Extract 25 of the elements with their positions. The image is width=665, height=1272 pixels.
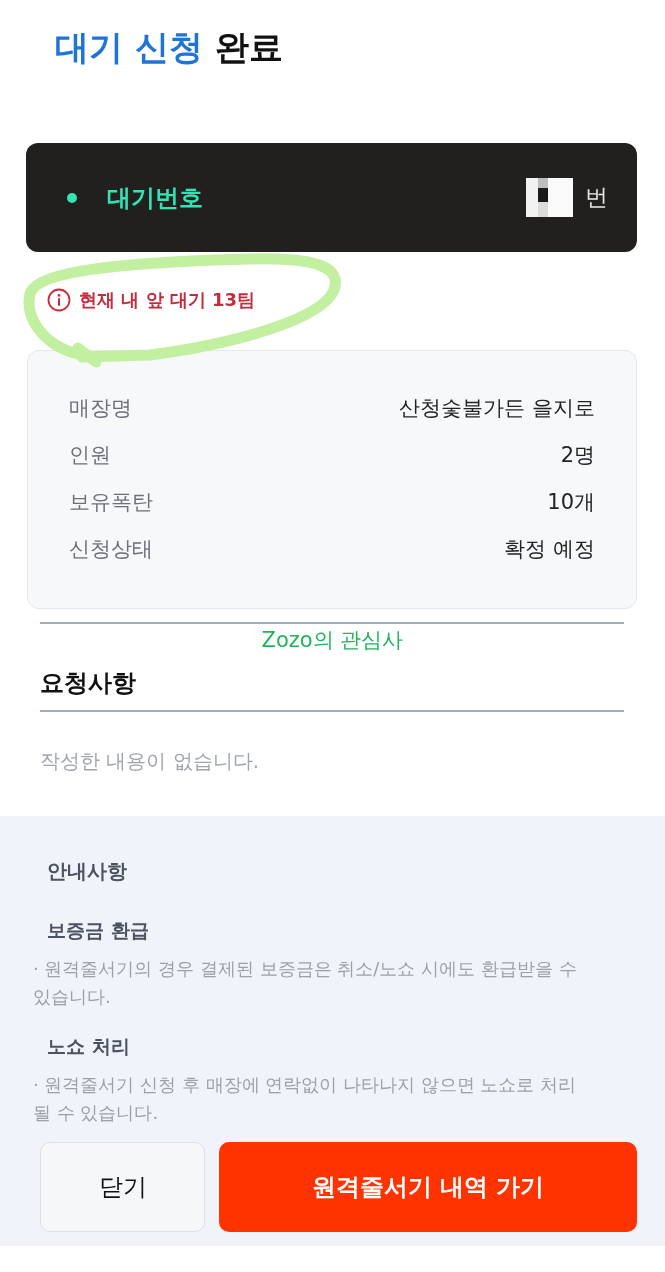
- page-title: 대기 신청 완료: [55, 26, 283, 68]
- detail-value: 2명: [560, 441, 595, 469]
- pixelated-block: [526, 178, 573, 217]
- guide-section-title: 노쇼 처리: [47, 1034, 130, 1059]
- detail-label: 인원: [69, 441, 111, 469]
- detail-value: 산청숯불가든 을지로: [399, 394, 595, 422]
- info-icon: [47, 288, 71, 312]
- queue-notice: 현재 내 앞 대기 13팀: [79, 288, 256, 312]
- number-unit: 번: [585, 183, 608, 212]
- detail-value: 확정 예정: [504, 535, 595, 563]
- guide-text: · 원격줄서기 신청 후 매장에 연락없이 나타나지 않으면 노쇼로 처리될 수 있습니다.: [33, 1073, 578, 1125]
- guide-text: · 원격줄서기의 경우 결제된 보증금은 취소/노쇼 시에도 환급받을 수 있습니다.: [33, 957, 578, 1009]
- detail-label: 신청상태: [69, 535, 153, 563]
- close-button[interactable]: 닫기: [40, 1142, 205, 1232]
- empty-request-text: 작성한 내용이 없습니다.: [40, 748, 260, 775]
- detail-label: 매장명: [69, 394, 132, 422]
- request-heading: 요청사항: [40, 668, 136, 699]
- guide-section-title: 보증금 환급: [47, 918, 149, 943]
- status-dot-icon: [67, 192, 77, 203]
- waiting-number-label: 대기번호: [107, 182, 204, 214]
- history-button[interactable]: 원격줄서기 내역 가기: [219, 1142, 637, 1232]
- detail-value: 10개: [547, 488, 595, 516]
- detail-label: 보유폭탄: [69, 488, 153, 516]
- guide-heading: 안내사항: [47, 858, 127, 885]
- overlay-caption: Zozo의 관심사: [261, 627, 404, 653]
